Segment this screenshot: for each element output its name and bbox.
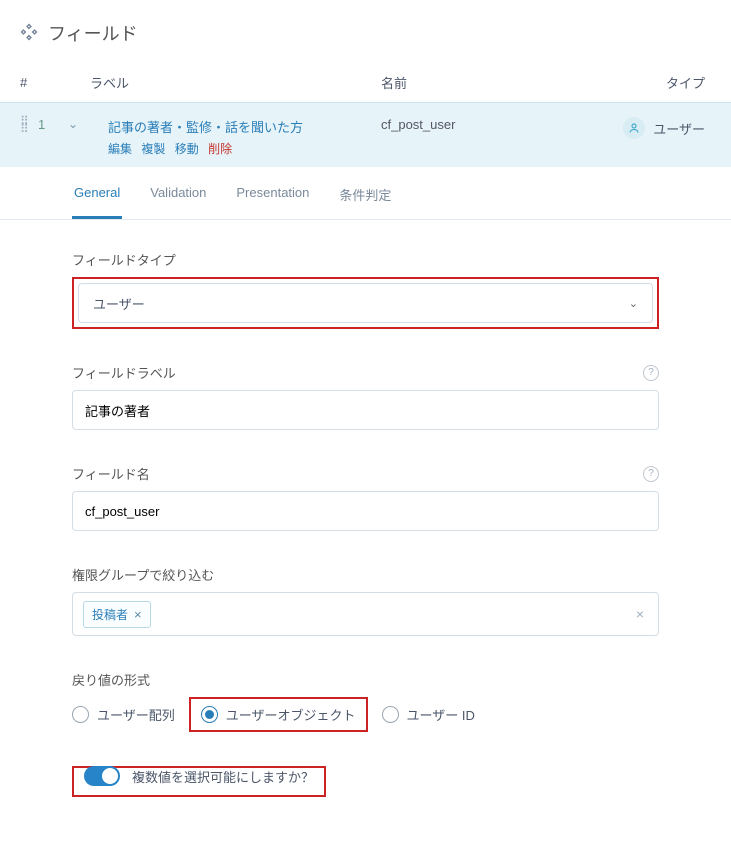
col-number: #: [20, 75, 50, 90]
tag-remove-icon[interactable]: ×: [134, 607, 142, 622]
tab-presentation[interactable]: Presentation: [234, 185, 311, 219]
multiple-highlight: 複数値を選択可能にしますか？: [72, 766, 326, 797]
chevron-down-icon[interactable]: ⌄: [68, 117, 108, 131]
field-label-input[interactable]: [72, 390, 659, 430]
role-filter-input[interactable]: 投稿者 × ×: [72, 592, 659, 636]
duplicate-link[interactable]: 複製: [141, 142, 165, 156]
table-header: # ラベル 名前 タイプ: [0, 62, 731, 102]
field-type-group: フィールドタイプ ユーザー ⌄: [72, 250, 659, 329]
radio-user-object[interactable]: ユーザーオブジェクト: [201, 705, 356, 724]
field-row[interactable]: ⠿⠿ 1 ⌄ 記事の著者・監修・話を聞いた方 編集 複製 移動 削除 cf_po…: [0, 102, 731, 167]
role-tag: 投稿者 ×: [83, 601, 151, 628]
field-name-label: フィールド名: [72, 464, 150, 483]
page-header: フィールド: [0, 0, 731, 62]
field-type-label: フィールドタイプ: [72, 250, 176, 269]
radio-user-array[interactable]: ユーザー配列: [72, 705, 175, 724]
help-icon[interactable]: ?: [643, 466, 659, 482]
radio-icon: [201, 706, 218, 723]
move-link[interactable]: 移動: [175, 142, 199, 156]
row-type-label: ユーザー: [653, 119, 705, 138]
return-format-highlight: ユーザーオブジェクト: [189, 697, 368, 732]
col-name: 名前: [381, 73, 601, 92]
role-filter-group: 権限グループで絞り込む 投稿者 × ×: [72, 565, 659, 636]
tab-validation[interactable]: Validation: [148, 185, 208, 219]
field-name-input[interactable]: [72, 491, 659, 531]
field-type-value: ユーザー: [93, 294, 145, 313]
return-format-group: 戻り値の形式 ユーザー配列 ユーザーオブジェクト ユーザー ID: [72, 670, 659, 732]
fields-icon: [20, 23, 38, 44]
tab-conditional[interactable]: 条件判定: [337, 185, 393, 219]
radio-label: ユーザーオブジェクト: [226, 705, 356, 724]
field-name-group: フィールド名 ?: [72, 464, 659, 531]
clear-icon[interactable]: ×: [632, 606, 648, 622]
radio-icon: [72, 706, 89, 723]
radio-user-id[interactable]: ユーザー ID: [382, 705, 475, 724]
help-icon[interactable]: ?: [643, 365, 659, 381]
field-type-select[interactable]: ユーザー ⌄: [78, 283, 653, 323]
delete-link[interactable]: 削除: [208, 142, 232, 156]
row-number: 1: [38, 117, 68, 132]
drag-handle-icon[interactable]: ⠿⠿: [20, 117, 34, 133]
col-type: タイプ: [601, 73, 711, 92]
row-title-link[interactable]: 記事の著者・監修・話を聞いた方: [108, 117, 381, 136]
row-actions: 編集 複製 移動 削除: [108, 140, 381, 157]
radio-label: ユーザー ID: [407, 705, 475, 724]
edit-link[interactable]: 編集: [108, 142, 132, 156]
multiple-group: 複数値を選択可能にしますか？: [72, 766, 659, 789]
radio-label: ユーザー配列: [97, 705, 175, 724]
page-title: フィールド: [48, 20, 138, 46]
radio-icon: [382, 706, 399, 723]
role-filter-label: 権限グループで絞り込む: [72, 565, 214, 584]
tab-general[interactable]: General: [72, 185, 122, 219]
user-icon: [623, 117, 645, 139]
field-type-highlight: ユーザー ⌄: [72, 277, 659, 329]
multiple-toggle[interactable]: [84, 766, 120, 786]
chevron-down-icon: ⌄: [629, 297, 638, 310]
col-label: ラベル: [90, 73, 381, 92]
role-tag-label: 投稿者: [92, 606, 128, 623]
multiple-label: 複数値を選択可能にしますか？: [132, 767, 314, 786]
field-label-group: フィールドラベル ?: [72, 363, 659, 430]
row-field-name: cf_post_user: [381, 117, 601, 132]
return-format-label: 戻り値の形式: [72, 670, 150, 689]
field-label-label: フィールドラベル: [72, 363, 176, 382]
tabs: General Validation Presentation 条件判定: [0, 167, 731, 220]
